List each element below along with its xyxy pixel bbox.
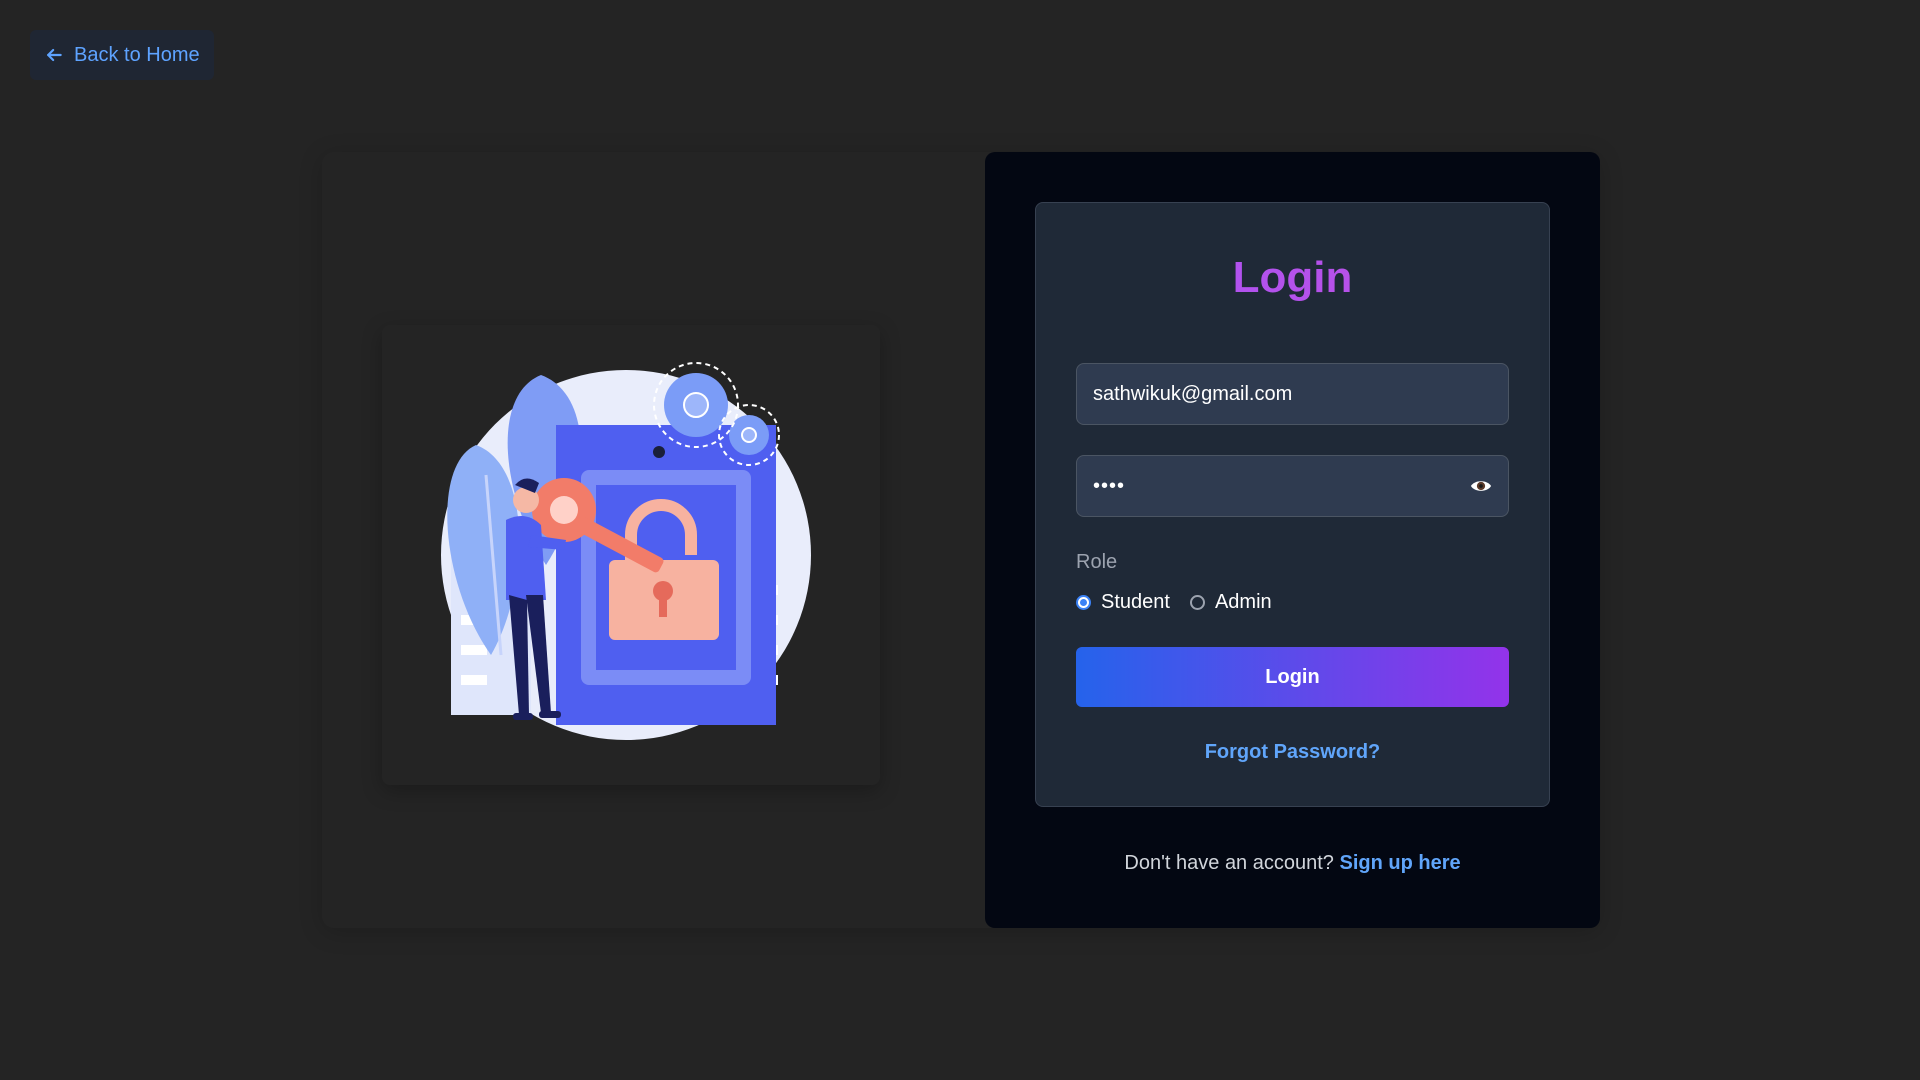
back-to-home-button[interactable]: Back to Home: [30, 30, 214, 80]
admin-label: Admin: [1214, 591, 1272, 613]
login-panel: Login sathwikuk@gmail.com •••• Role Stud…: [985, 152, 1600, 928]
login-form-card: Login sathwikuk@gmail.com •••• Role Stud…: [1035, 202, 1550, 807]
student-label: Student: [1101, 591, 1170, 613]
login-title: Login: [1036, 253, 1549, 303]
password-input[interactable]: ••••: [1076, 455, 1509, 517]
password-value: ••••: [1093, 474, 1126, 497]
login-security-illustration: [441, 362, 811, 740]
back-to-home-label: Back to Home: [74, 43, 200, 66]
admin-radio[interactable]: [1189, 595, 1205, 610]
role-radio-group: Student Admin: [1076, 591, 1272, 614]
illustration-panel: [382, 325, 880, 785]
login-button[interactable]: Login: [1076, 647, 1509, 707]
student-radio[interactable]: [1076, 595, 1091, 610]
signup-link[interactable]: Sign up here: [1339, 852, 1460, 874]
email-value: sathwikuk@gmail.com: [1093, 382, 1293, 405]
eye-icon[interactable]: [1470, 475, 1492, 497]
signup-prompt-text: Don't have an account?: [1124, 852, 1334, 874]
signup-prompt: Don't have an account? Sign up here: [985, 852, 1600, 875]
role-option-admin[interactable]: Admin: [1189, 591, 1272, 614]
email-input[interactable]: sathwikuk@gmail.com: [1076, 363, 1509, 425]
role-option-student[interactable]: Student: [1076, 591, 1170, 614]
forgot-password-link[interactable]: Forgot Password?: [1036, 741, 1549, 764]
role-label: Role: [1076, 551, 1118, 573]
arrow-left-icon: [47, 48, 62, 62]
